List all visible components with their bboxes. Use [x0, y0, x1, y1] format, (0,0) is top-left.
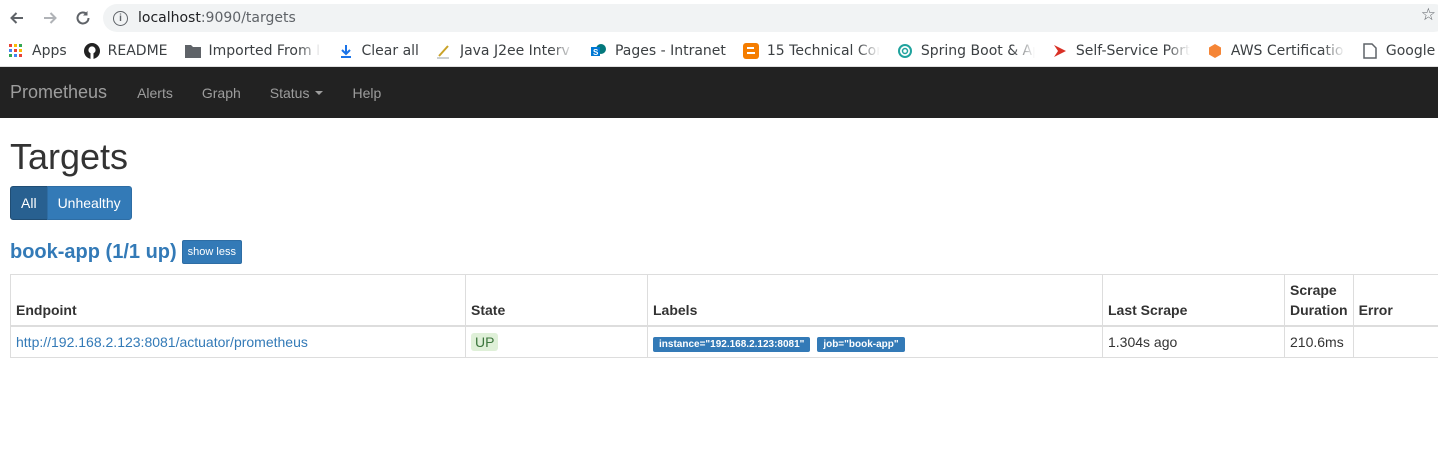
arrow-red-icon: [1052, 43, 1068, 59]
nav-graph[interactable]: Graph: [202, 85, 241, 101]
error-cell: [1352, 325, 1438, 358]
column-header-error: Error: [1352, 274, 1438, 327]
bookmark-label: Spring Boot & Ap: [920, 43, 1035, 59]
sharepoint-icon: S: [590, 43, 607, 59]
scrape-duration-line1: Scrape: [1290, 282, 1337, 298]
bookmark-apps[interactable]: Apps: [8, 37, 67, 65]
endpoint-cell: http://192.168.2.123:8081/actuator/prome…: [10, 325, 466, 358]
endpoint-link[interactable]: http://192.168.2.123:8081/actuator/prome…: [16, 334, 308, 350]
spiral-icon: [897, 43, 913, 59]
bookmark-google[interactable]: Google: [1362, 37, 1435, 65]
table-row: http://192.168.2.123:8081/actuator/prome…: [10, 325, 1438, 358]
bookmark-readme[interactable]: README: [83, 37, 168, 65]
address-bar[interactable]: i localhost:9090/targets: [103, 4, 1438, 32]
nav-status-label: Status: [269, 84, 310, 101]
page-title: Targets: [10, 136, 129, 177]
bookmark-imported[interactable]: Imported From I: [184, 37, 321, 65]
caret-down-icon: [315, 90, 324, 95]
column-header-endpoint: Endpoint: [10, 274, 466, 327]
bookmark-label: Imported From I: [208, 43, 321, 59]
column-header-last-scrape: Last Scrape: [1102, 274, 1285, 327]
bookmark-technical[interactable]: 15 Technical Cor: [742, 37, 880, 65]
filter-button-group: All Unhealthy: [10, 186, 1428, 220]
labels-cell: instance="192.168.2.123:8081" job="book-…: [647, 325, 1103, 358]
top-navbar: Prometheus Alerts Graph Status Help: [0, 67, 1438, 118]
nav-status[interactable]: Status: [270, 85, 324, 101]
bookmark-java-j2ee[interactable]: Java J2ee Interv: [436, 37, 574, 65]
bookmark-star-icon[interactable]: ☆: [1421, 5, 1436, 25]
bookmark-aws[interactable]: AWS Certificatio: [1207, 37, 1345, 65]
bookmark-label: Pages - Intranet: [614, 43, 726, 59]
filter-unhealthy-button[interactable]: Unhealthy: [46, 186, 132, 220]
column-header-state: State: [465, 274, 648, 327]
bookmark-label: Self-Service Port: [1075, 43, 1190, 59]
apps-grid-icon: [8, 43, 24, 59]
pen-icon: [436, 43, 452, 59]
label-badge-instance: instance="192.168.2.123:8081": [653, 336, 811, 352]
back-arrow-icon[interactable]: [2, 3, 32, 33]
bookmark-label: README: [107, 43, 168, 59]
state-cell: UP: [465, 325, 648, 358]
show-less-button[interactable]: show less: [181, 240, 242, 264]
github-icon: [83, 43, 100, 59]
bookmark-pages-intranet[interactable]: S Pages - Intranet: [590, 37, 726, 65]
table-header-row: Endpoint State Labels Last Scrape Scrape…: [10, 274, 1438, 327]
browser-toolbar: i localhost:9090/targets ☆: [0, 0, 1438, 36]
page-icon: [1362, 43, 1378, 59]
last-scrape-cell: 1.304s ago: [1102, 325, 1285, 358]
column-header-scrape-duration: Scrape Duration: [1284, 274, 1354, 327]
job-header: book-app (1/1 up) show less: [10, 240, 1428, 264]
column-header-labels: Labels: [647, 274, 1103, 327]
job-title-link[interactable]: book-app (1/1 up): [10, 241, 177, 264]
blogger-icon: [742, 43, 759, 59]
scrape-duration-cell: 210.6ms: [1284, 325, 1354, 358]
targets-table: Endpoint State Labels Last Scrape Scrape…: [10, 274, 1438, 358]
scrape-duration-line2: Duration: [1290, 302, 1348, 318]
label-badge-job: job="book-app": [817, 336, 905, 352]
bookmark-label: Apps: [32, 43, 67, 59]
state-badge: UP: [471, 332, 499, 351]
folder-icon: [184, 43, 201, 59]
bookmark-clear-all[interactable]: Clear all: [338, 37, 419, 65]
forward-arrow-icon[interactable]: [35, 3, 65, 33]
bookmarks-bar: Apps README Imported From I Clear all Ja…: [0, 36, 1438, 67]
reload-icon[interactable]: [68, 3, 98, 33]
download-icon: [338, 43, 354, 59]
info-icon[interactable]: i: [113, 10, 128, 26]
brand-link[interactable]: Prometheus: [10, 82, 107, 103]
aws-cube-icon: [1207, 43, 1223, 59]
filter-all-button[interactable]: All: [10, 186, 48, 220]
url-path: :9090/targets: [200, 10, 296, 26]
nav-help[interactable]: Help: [352, 85, 381, 101]
bookmark-label: AWS Certificatio: [1230, 43, 1344, 59]
bookmark-label: Java J2ee Interv: [459, 43, 570, 59]
url-host: localhost: [138, 10, 201, 26]
bookmark-spring-boot[interactable]: Spring Boot & Ap: [897, 37, 1035, 65]
bookmark-self-service[interactable]: Self-Service Port: [1052, 37, 1190, 65]
nav-alerts[interactable]: Alerts: [137, 85, 173, 101]
svg-text:S: S: [593, 48, 599, 57]
bookmark-label: 15 Technical Cor: [766, 43, 880, 59]
main-content: Targets All Unhealthy book-app (1/1 up) …: [0, 137, 1438, 264]
bookmark-label: Google: [1385, 43, 1436, 59]
bookmark-label: Clear all: [361, 43, 419, 59]
